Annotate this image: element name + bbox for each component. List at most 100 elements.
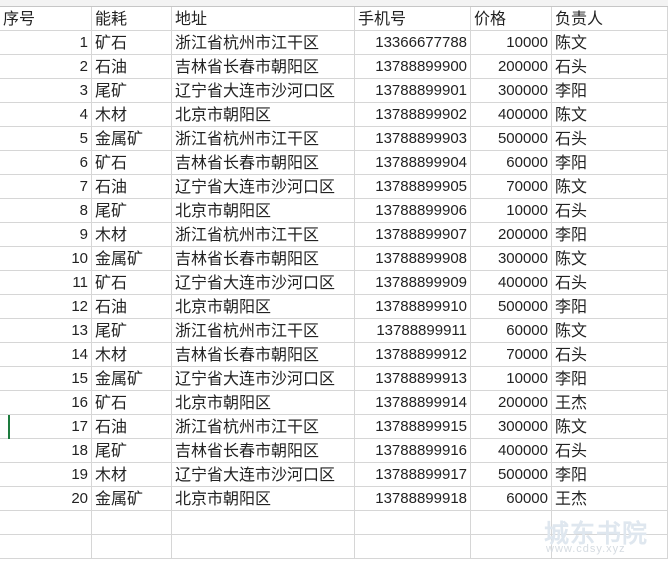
cell-phone[interactable]: 13788899902: [355, 103, 471, 127]
column-letter-a[interactable]: A: [44, 0, 52, 3]
cell-id[interactable]: 6: [0, 151, 92, 175]
cell-energy[interactable]: 金属矿: [92, 247, 172, 271]
cell-phone[interactable]: 13788899908: [355, 247, 471, 271]
cell-phone[interactable]: 13788899901: [355, 79, 471, 103]
cell-address[interactable]: [172, 511, 355, 535]
cell-id[interactable]: 12: [0, 295, 92, 319]
cell-energy[interactable]: 尾矿: [92, 79, 172, 103]
cell-owner[interactable]: 石头: [552, 343, 668, 367]
cell-energy[interactable]: 尾矿: [92, 439, 172, 463]
column-letter-c[interactable]: C: [260, 0, 269, 3]
cell-owner[interactable]: 李阳: [552, 367, 668, 391]
cell-energy[interactable]: 金属矿: [92, 127, 172, 151]
cell-price[interactable]: 500000: [471, 295, 552, 319]
cell-phone[interactable]: 13788899910: [355, 295, 471, 319]
cell-id[interactable]: 9: [0, 223, 92, 247]
cell-price[interactable]: [471, 535, 552, 559]
cell-address[interactable]: 北京市朝阳区: [172, 199, 355, 223]
cell-address[interactable]: 浙江省杭州市江干区: [172, 31, 355, 55]
cell-address[interactable]: 吉林省长春市朝阳区: [172, 439, 355, 463]
cell-energy[interactable]: 石油: [92, 295, 172, 319]
cell-energy[interactable]: 石油: [92, 175, 172, 199]
cell-phone[interactable]: 13788899905: [355, 175, 471, 199]
cell-phone[interactable]: 13788899904: [355, 151, 471, 175]
cell-price[interactable]: 200000: [471, 223, 552, 247]
cell-address[interactable]: 浙江省杭州市江干区: [172, 223, 355, 247]
cell-address[interactable]: 辽宁省大连市沙河口区: [172, 463, 355, 487]
cell-address[interactable]: 北京市朝阳区: [172, 103, 355, 127]
cell-id[interactable]: 2: [0, 55, 92, 79]
cell-price[interactable]: 500000: [471, 127, 552, 151]
cell-phone[interactable]: 13788899916: [355, 439, 471, 463]
cell-phone[interactable]: 13788899915: [355, 415, 471, 439]
cell-owner[interactable]: 陈文: [552, 103, 668, 127]
cell-price[interactable]: 300000: [471, 247, 552, 271]
cell-phone[interactable]: 13788899913: [355, 367, 471, 391]
cell-address[interactable]: 浙江省杭州市江干区: [172, 127, 355, 151]
cell-phone[interactable]: 13788899909: [355, 271, 471, 295]
cell-phone[interactable]: 13788899918: [355, 487, 471, 511]
cell-owner[interactable]: 石头: [552, 199, 668, 223]
cell-owner[interactable]: 石头: [552, 439, 668, 463]
cell-energy[interactable]: 矿石: [92, 271, 172, 295]
cell-owner[interactable]: 陈文: [552, 175, 668, 199]
cell-price[interactable]: 500000: [471, 463, 552, 487]
cell-phone[interactable]: 13788899911: [355, 319, 471, 343]
cell-phone[interactable]: [355, 535, 471, 559]
cell-id[interactable]: 17: [0, 415, 92, 439]
cell-energy[interactable]: 金属矿: [92, 487, 172, 511]
cell-price[interactable]: 70000: [471, 343, 552, 367]
column-letter-d[interactable]: D: [410, 0, 419, 3]
cell-phone[interactable]: 13788899900: [355, 55, 471, 79]
cell-id[interactable]: 20: [0, 487, 92, 511]
column-letter-b[interactable]: B: [128, 0, 136, 3]
cell-owner[interactable]: 王杰: [552, 391, 668, 415]
cell-owner[interactable]: 李阳: [552, 463, 668, 487]
cell-energy[interactable]: 木材: [92, 103, 172, 127]
cell-address[interactable]: 辽宁省大连市沙河口区: [172, 79, 355, 103]
cell-address[interactable]: 吉林省长春市朝阳区: [172, 247, 355, 271]
cell-id[interactable]: 7: [0, 175, 92, 199]
cell-id[interactable]: [0, 535, 92, 559]
cell-price[interactable]: 70000: [471, 175, 552, 199]
cell-price[interactable]: 300000: [471, 415, 552, 439]
cell-price[interactable]: 60000: [471, 319, 552, 343]
cell-owner[interactable]: 陈文: [552, 31, 668, 55]
cell-address[interactable]: 辽宁省大连市沙河口区: [172, 175, 355, 199]
cell-owner[interactable]: 石头: [552, 55, 668, 79]
cell-energy[interactable]: 尾矿: [92, 319, 172, 343]
cell-id[interactable]: 3: [0, 79, 92, 103]
column-letter-e[interactable]: E: [507, 0, 515, 3]
cell-address[interactable]: 吉林省长春市朝阳区: [172, 55, 355, 79]
cell-id[interactable]: 19: [0, 463, 92, 487]
column-letter-f[interactable]: F: [586, 0, 593, 3]
cell-phone[interactable]: 13788899914: [355, 391, 471, 415]
cell-energy[interactable]: 石油: [92, 55, 172, 79]
cell-price[interactable]: 300000: [471, 79, 552, 103]
cell-energy[interactable]: 矿石: [92, 391, 172, 415]
cell-address[interactable]: 浙江省杭州市江干区: [172, 415, 355, 439]
cell-owner[interactable]: 陈文: [552, 415, 668, 439]
cell-energy[interactable]: [92, 511, 172, 535]
cell-address[interactable]: 吉林省长春市朝阳区: [172, 151, 355, 175]
cell-address[interactable]: 北京市朝阳区: [172, 391, 355, 415]
cell-energy[interactable]: 尾矿: [92, 199, 172, 223]
cell-id[interactable]: 8: [0, 199, 92, 223]
cell-id[interactable]: 13: [0, 319, 92, 343]
cell-owner[interactable]: 石头: [552, 127, 668, 151]
cell-phone[interactable]: 13788899912: [355, 343, 471, 367]
cell-price[interactable]: 400000: [471, 103, 552, 127]
cell-id[interactable]: 1: [0, 31, 92, 55]
cell-address[interactable]: 北京市朝阳区: [172, 487, 355, 511]
cell-owner[interactable]: 石头: [552, 271, 668, 295]
cell-id[interactable]: 5: [0, 127, 92, 151]
cell-id[interactable]: 16: [0, 391, 92, 415]
cell-address[interactable]: 辽宁省大连市沙河口区: [172, 367, 355, 391]
cell-phone[interactable]: 13788899906: [355, 199, 471, 223]
cell-id[interactable]: 4: [0, 103, 92, 127]
cell-owner[interactable]: 陈文: [552, 319, 668, 343]
cell-energy[interactable]: 木材: [92, 223, 172, 247]
cell-phone[interactable]: 13366677788: [355, 31, 471, 55]
cell-price[interactable]: 10000: [471, 31, 552, 55]
cell-owner[interactable]: 王杰: [552, 487, 668, 511]
